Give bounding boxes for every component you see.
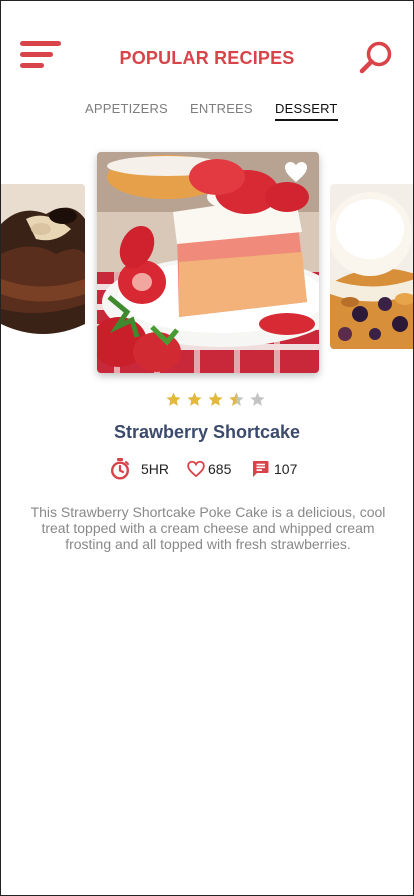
carousel-card-current[interactable]: [97, 152, 319, 373]
tab-entrees[interactable]: ENTREES: [190, 101, 253, 116]
star-filled-icon: [187, 392, 202, 406]
comment-icon: [253, 461, 269, 477]
favorite-button[interactable]: [283, 160, 309, 184]
search-button[interactable]: [358, 39, 396, 77]
cook-time-value: 5HR: [141, 461, 170, 477]
recipe-stats: 5HR 685 107: [1, 458, 413, 480]
fruit-cobbler-with-ice-cream-image: [330, 184, 413, 349]
likes-count: 685: [208, 461, 232, 477]
recipe-description: This Strawberry Shortcake Poke Cake is a…: [30, 504, 386, 552]
hamburger-menu-icon: [20, 41, 61, 46]
search-icon: [359, 41, 392, 74]
stopwatch-icon: [110, 458, 130, 480]
star-filled-icon: [208, 392, 223, 406]
star-empty-icon: [250, 392, 265, 406]
star-filled-icon: [166, 392, 181, 406]
category-tabs: APPETIZERS ENTREES DESSERT: [1, 101, 413, 125]
heart-icon: [285, 162, 307, 182]
star-half-icon: [229, 392, 244, 406]
app-frame: POPULAR RECIPES APPETIZERS ENTREES DESSE…: [0, 0, 414, 896]
chocolate-brownie-dessert-image: [1, 184, 85, 349]
tab-appetizers[interactable]: APPETIZERS: [85, 101, 168, 116]
comments-count: 107: [274, 461, 298, 477]
tab-dessert[interactable]: DESSERT: [275, 101, 338, 121]
page-title: POPULAR RECIPES: [119, 48, 295, 68]
carousel-card-next[interactable]: [330, 184, 413, 349]
heart-outline-icon: [187, 460, 205, 478]
header: POPULAR RECIPES: [1, 1, 413, 91]
recipe-title: Strawberry Shortcake: [113, 422, 301, 442]
carousel-card-previous[interactable]: [1, 184, 85, 349]
strawberry-shortcake-image: [97, 152, 319, 373]
